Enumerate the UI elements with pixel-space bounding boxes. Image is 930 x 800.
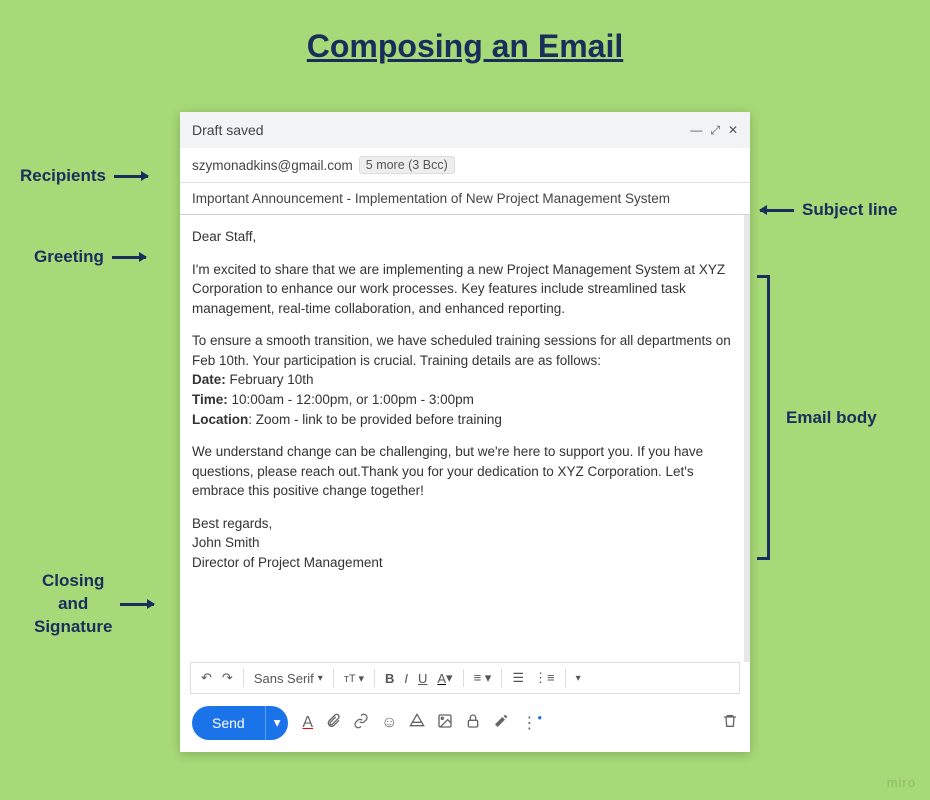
divider <box>565 669 566 687</box>
annotation-subject: Subject line <box>760 200 897 220</box>
draft-status: Draft saved <box>192 122 264 138</box>
sender-name: John Smith <box>192 533 732 553</box>
redo-icon[interactable]: ↷ <box>222 670 233 686</box>
arrow-icon <box>112 256 146 259</box>
annotation-recipients-label: Recipients <box>20 166 106 186</box>
emoji-icon[interactable]: ☺ <box>381 714 397 732</box>
divider <box>501 669 502 687</box>
image-icon[interactable] <box>437 713 453 734</box>
bold-icon[interactable]: B <box>385 671 394 686</box>
annotation-greeting: Greeting <box>34 247 146 267</box>
sender-title: Director of Project Management <box>192 553 732 573</box>
divider <box>333 669 334 687</box>
divider <box>243 669 244 687</box>
close-icon[interactable]: ✕ <box>728 123 738 137</box>
annotation-recipients: Recipients <box>20 166 148 186</box>
align-icon[interactable]: ≡ ▾ <box>474 670 492 686</box>
annotation-body: Email body <box>786 408 877 428</box>
signoff: Best regards, <box>192 514 732 534</box>
training-location: Location: Zoom - link to be provided bef… <box>192 410 732 430</box>
undo-icon[interactable]: ↶ <box>201 670 212 686</box>
send-dropdown[interactable]: ▾ <box>265 706 289 740</box>
minimize-icon[interactable]: — <box>690 123 702 137</box>
attach-icon[interactable] <box>325 713 341 734</box>
text-size-icon[interactable]: тT ▾ <box>344 672 364 685</box>
compose-header: Draft saved — ⤢ ✕ <box>180 112 750 148</box>
pen-icon[interactable] <box>493 713 509 734</box>
annotation-greeting-label: Greeting <box>34 247 104 267</box>
more-formatting-icon[interactable]: ▾ <box>576 673 581 684</box>
annotation-closing-label: Closing and Signature <box>34 570 112 639</box>
body-para2-intro: To ensure a smooth transition, we have s… <box>192 331 732 370</box>
expand-icon[interactable]: ⤢ <box>710 123 720 138</box>
link-icon[interactable] <box>353 713 369 734</box>
formatting-toolbar: ↶ ↷ Sans Serif ▾ тT ▾ B I U A ▾ ≡ ▾ ☰ ⋮≡… <box>190 662 740 694</box>
divider <box>463 669 464 687</box>
subject-field[interactable]: Important Announcement - Implementation … <box>180 183 750 215</box>
divider <box>374 669 375 687</box>
miro-watermark: miro <box>887 775 916 790</box>
numbered-list-icon[interactable]: ☰ <box>512 670 524 686</box>
body-para3: We understand change can be challenging,… <box>192 442 732 501</box>
annotation-body-label: Email body <box>786 408 877 428</box>
send-button[interactable]: Send <box>192 706 265 740</box>
more-icon[interactable]: ⋮● <box>521 713 542 733</box>
bullet-list-icon[interactable]: ⋮≡ <box>534 670 555 686</box>
italic-icon[interactable]: I <box>404 671 408 686</box>
body-para1: I'm excited to share that we are impleme… <box>192 260 732 319</box>
training-date: Date: February 10th <box>192 370 732 390</box>
arrow-icon <box>114 175 148 178</box>
page-title: Composing an Email <box>0 0 930 65</box>
recipient-email: szymonadkins@gmail.com <box>192 158 353 173</box>
bracket-icon <box>760 275 770 560</box>
format-icon[interactable]: A <box>302 714 313 732</box>
arrow-icon <box>120 603 154 606</box>
font-selector[interactable]: Sans Serif ▾ <box>254 671 323 686</box>
bottom-actions: Send ▾ A ☺ ⋮● <box>180 694 750 752</box>
recipient-more-badge[interactable]: 5 more (3 Bcc) <box>359 156 455 174</box>
annotation-subject-label: Subject line <box>802 200 897 220</box>
greeting-text: Dear Staff, <box>192 227 732 247</box>
recipients-field[interactable]: szymonadkins@gmail.com 5 more (3 Bcc) <box>180 148 750 183</box>
email-body[interactable]: Dear Staff, I'm excited to share that we… <box>180 215 750 662</box>
training-time: Time: 10:00am - 12:00pm, or 1:00pm - 3:0… <box>192 390 732 410</box>
trash-icon[interactable] <box>722 713 738 734</box>
underline-icon[interactable]: U <box>418 671 427 686</box>
arrow-icon <box>760 209 794 212</box>
drive-icon[interactable] <box>409 713 425 734</box>
text-color-icon[interactable]: A ▾ <box>437 670 452 686</box>
compose-window: Draft saved — ⤢ ✕ szymonadkins@gmail.com… <box>180 112 750 752</box>
confidential-icon[interactable] <box>465 713 481 734</box>
annotation-closing: Closing and Signature <box>34 570 154 639</box>
chevron-down-icon: ▾ <box>318 673 323 684</box>
